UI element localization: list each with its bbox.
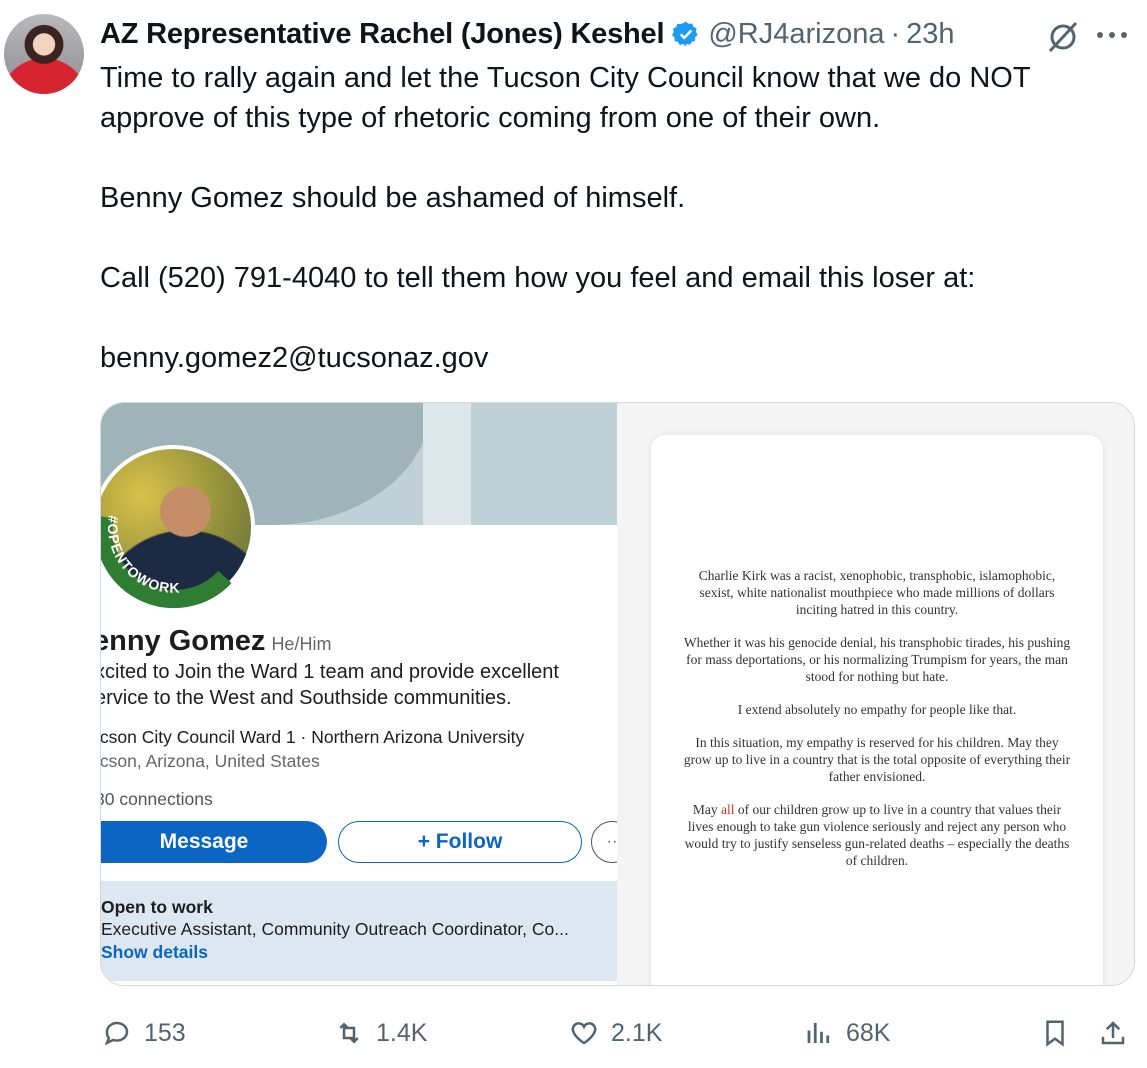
statement-paragraph: I extend absolutely no empathy for peopl… <box>737 702 1017 717</box>
views-icon <box>807 1023 830 1043</box>
author-name[interactable]: AZ Representative Rachel (Jones) Keshel <box>100 18 665 51</box>
grok-icon[interactable] <box>1043 18 1083 54</box>
header-separator: · <box>890 17 901 50</box>
statement-paragraph: May all of our children grow up to live … <box>681 801 1073 869</box>
repost-count: 1.4K <box>376 1018 428 1047</box>
open-to-work-title: Open to work <box>101 897 213 917</box>
statement-text: Charlie Kirk was a racist, xenophobic, t… <box>681 567 1073 885</box>
svg-text:#OPENTOWORK: #OPENTOWORK <box>105 515 181 596</box>
tweet-header: AZ Representative Rachel (Jones) Keshel … <box>100 14 955 54</box>
reply-button[interactable]: 153 <box>102 1010 186 1056</box>
profile-name-text: enny Gomez <box>101 625 266 657</box>
statement-highlight: all <box>721 802 735 817</box>
open-to-work-roles: Executive Assistant, Community Outreach … <box>101 919 569 939</box>
profile-connections: 30 connections <box>101 789 213 809</box>
linkedin-profile-screenshot: #OPENTOWORK enny Gomez He/Him xcited to J… <box>101 403 617 985</box>
follow-button: + Follow <box>338 821 582 863</box>
show-details-link: Show details <box>101 942 208 962</box>
statement-paragraph: Whether it was his genocide denial, his … <box>683 635 1071 684</box>
more-options-button: ·· <box>591 821 617 863</box>
statement-paragraph: Charlie Kirk was a racist, xenophobic, t… <box>698 568 1056 617</box>
repost-icon <box>339 1022 359 1044</box>
statement-paragraph: In this situation, my empathy is reserve… <box>683 735 1071 784</box>
open-to-work-card: Open to work Executive Assistant, Commun… <box>101 881 617 981</box>
like-count: 2.1K <box>611 1018 663 1047</box>
tweet-media[interactable]: #OPENTOWORK enny Gomez He/Him xcited to J… <box>100 402 1135 986</box>
reply-icon <box>104 1021 129 1046</box>
banner-stripe <box>423 403 471 525</box>
profile-location: ıcson, Arizona, United States <box>101 751 320 771</box>
verified-badge-icon <box>672 21 699 47</box>
badge-text: #OPENTOWORK <box>105 515 180 596</box>
statement-text-part: May <box>692 802 722 817</box>
profile-pronouns: He/Him <box>271 634 332 654</box>
author-avatar[interactable] <box>4 14 84 94</box>
bookmark-icon <box>1046 1020 1064 1047</box>
tweet-timestamp[interactable]: 23h <box>906 18 954 51</box>
message-button: Message <box>101 821 327 863</box>
share-button[interactable] <box>1098 1010 1140 1056</box>
more-icon[interactable] <box>1092 20 1132 50</box>
statement-text-part: of our children grow up to live in a cou… <box>684 802 1070 868</box>
share-icon <box>1101 1021 1125 1045</box>
statement-screenshot: Charlie Kirk was a racist, xenophobic, t… <box>617 403 1134 985</box>
bookmark-button[interactable] <box>1040 1010 1082 1056</box>
profile-name: enny Gomez He/Him <box>101 625 331 658</box>
tweet-actions: 153 1.4K 2.1K 68K <box>0 1010 1147 1056</box>
open-to-work-badge: #OPENTOWORK <box>101 515 232 609</box>
author-handle[interactable]: @RJ4arizona <box>708 18 884 51</box>
views-count: 68K <box>846 1018 891 1047</box>
profile-headline: xcited to Join the Ward 1 team and provi… <box>101 661 559 709</box>
statement-card: Charlie Kirk was a racist, xenophobic, t… <box>651 435 1103 985</box>
profile-org: ıcson City Council Ward 1 · Northern Ari… <box>101 727 525 747</box>
reply-count: 153 <box>144 1018 186 1047</box>
tweet-text: Time to rally again and let the Tucson C… <box>100 62 1031 374</box>
views-button[interactable]: 68K <box>804 1010 890 1056</box>
repost-button[interactable]: 1.4K <box>334 1010 427 1056</box>
like-icon <box>571 1022 597 1045</box>
like-button[interactable]: 2.1K <box>569 1010 662 1056</box>
